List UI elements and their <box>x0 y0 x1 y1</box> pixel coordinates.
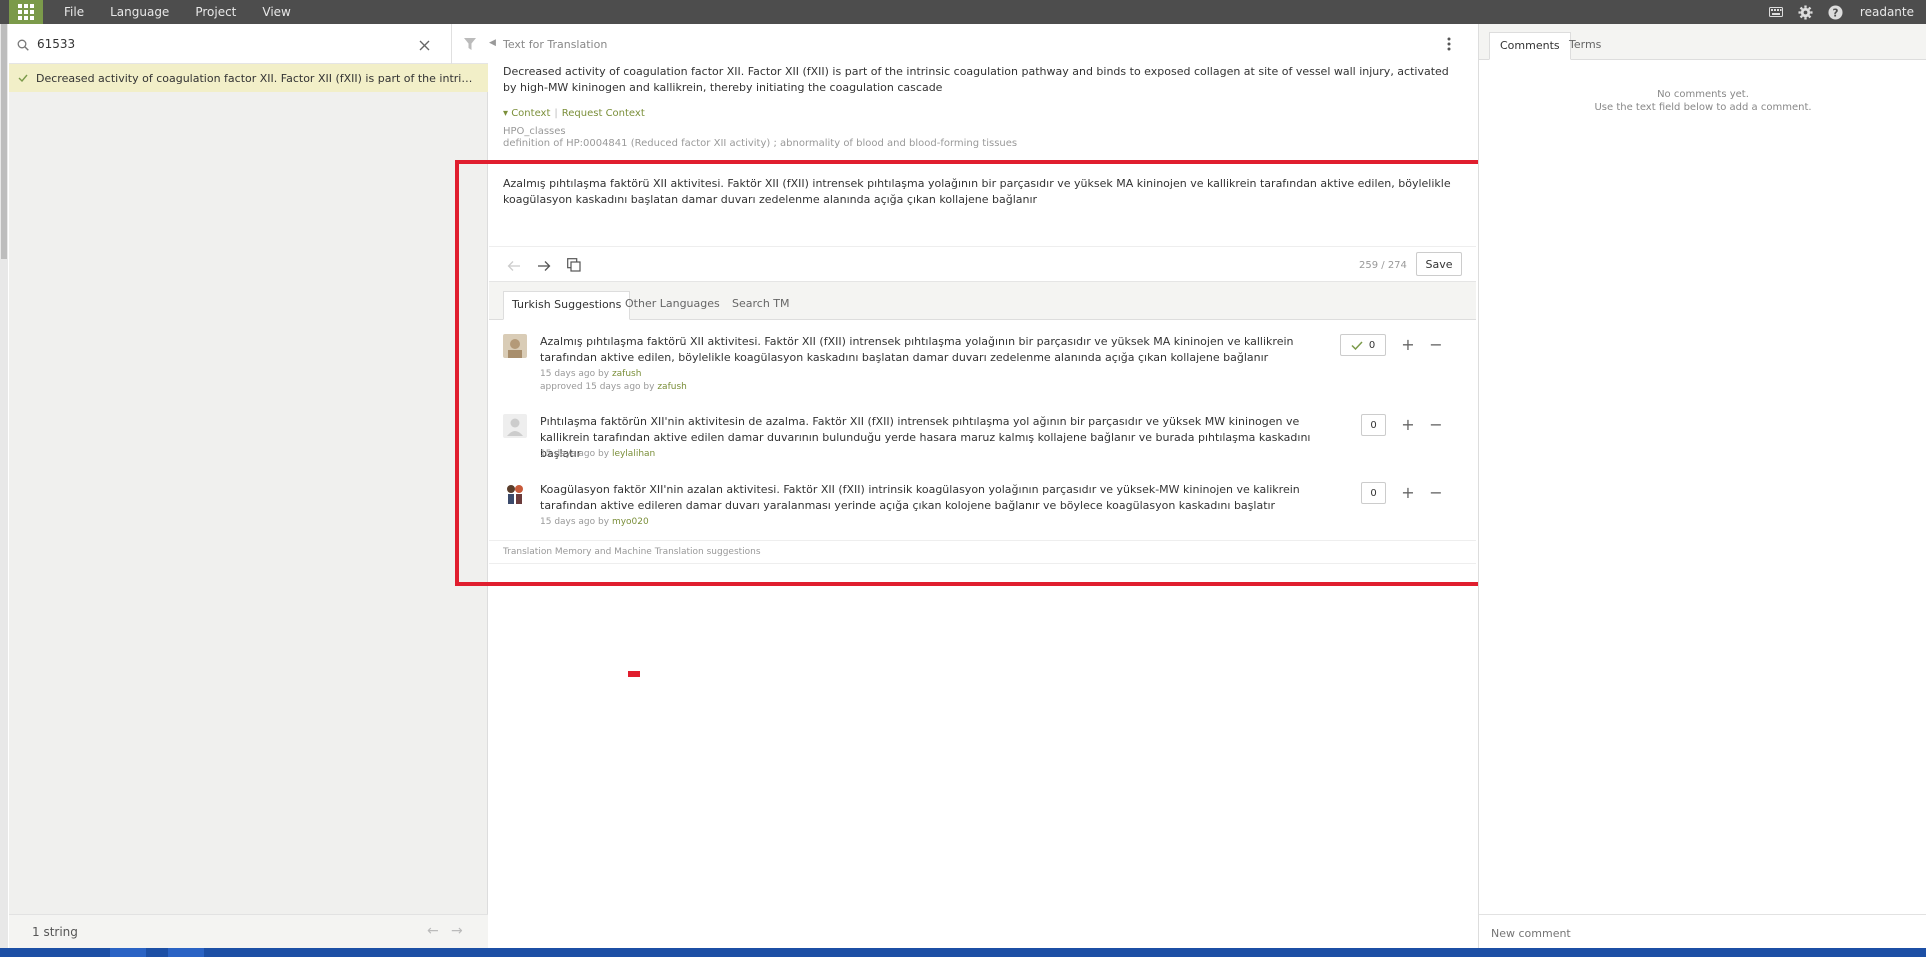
search-input[interactable] <box>35 33 415 55</box>
gear-icon[interactable] <box>1798 4 1814 20</box>
avatar <box>503 482 527 506</box>
new-comment-input[interactable] <box>1489 923 1909 943</box>
svg-text:?: ? <box>1833 7 1839 19</box>
tm-note: Translation Memory and Machine Translati… <box>489 540 1476 564</box>
check-icon <box>1351 340 1363 350</box>
comments-panel: Comments Terms No comments yet. Use the … <box>1478 24 1926 948</box>
grid-icon <box>18 4 34 20</box>
arrow-left-icon[interactable]: ← <box>427 923 439 939</box>
vote-count-box[interactable]: 0 <box>1361 482 1386 504</box>
filter-icon <box>464 38 476 50</box>
strings-footer: 1 string ← → <box>9 914 488 948</box>
filter-button[interactable] <box>451 24 488 64</box>
search-icon <box>17 36 29 55</box>
menu-project[interactable]: Project <box>195 5 236 19</box>
scrollbar-thumb[interactable] <box>1 24 7 259</box>
no-comments-message: No comments yet. Use the text field belo… <box>1594 89 1812 113</box>
editor-panel: ◀ Text for Translation Decreased activit… <box>489 24 1485 948</box>
char-count: 259 / 274 <box>1359 260 1407 271</box>
arrow-right-icon[interactable] <box>537 257 551 276</box>
approver-user[interactable]: zafush <box>657 382 687 392</box>
taskbar <box>0 948 1926 957</box>
arrow-right-icon[interactable]: → <box>451 923 463 939</box>
approve-button[interactable]: 0 <box>1340 334 1386 356</box>
context-toggle[interactable]: ▾ Context <box>503 108 550 119</box>
red-marker <box>628 671 640 677</box>
meta-definition: definition of HP:0004841 (Reduced factor… <box>503 138 1018 149</box>
suggestion-meta: 15 days ago by myo020 <box>540 517 649 527</box>
minus-icon[interactable]: − <box>1429 334 1443 356</box>
new-comment-bar <box>1479 914 1926 948</box>
taskbar-button[interactable] <box>168 948 204 957</box>
suggestion-text[interactable]: Pıhtılaşma faktörün XII'nin aktivitesin … <box>540 414 1340 462</box>
search-bar <box>9 24 488 64</box>
source-text: Decreased activity of coagulation factor… <box>503 65 1449 94</box>
minus-icon[interactable]: − <box>1429 482 1443 504</box>
help-icon[interactable]: ? <box>1828 4 1844 20</box>
suggestion-user[interactable]: zafush <box>612 369 642 379</box>
window-scrollbar[interactable] <box>0 24 8 948</box>
username[interactable]: readante <box>1860 5 1914 19</box>
close-icon[interactable] <box>419 36 430 55</box>
arrow-left-icon[interactable] <box>507 257 521 276</box>
vote-count-box[interactable]: 0 <box>1361 414 1386 436</box>
suggestion-tabs: Turkish Suggestions Other Languages Sear… <box>489 282 1476 320</box>
list-item-text: Decreased activity of coagulation factor… <box>36 71 476 85</box>
tab-terms[interactable]: Terms <box>1559 32 1611 60</box>
taskbar-button[interactable] <box>110 948 146 957</box>
keyboard-icon[interactable] <box>1768 4 1784 20</box>
meta-file: HPO_classes <box>503 126 566 137</box>
tab-search-tm[interactable]: Search TM <box>724 291 798 320</box>
avatar <box>503 334 527 358</box>
plus-icon[interactable]: + <box>1401 482 1415 504</box>
vote-count: 0 <box>1370 419 1377 431</box>
top-right-tools: ? readante <box>1768 0 1914 24</box>
main-menu: File Language Project View <box>64 0 317 24</box>
minus-icon[interactable]: − <box>1429 414 1443 436</box>
comments-tabs: Comments Terms <box>1479 24 1926 60</box>
collapse-left-icon[interactable]: ◀ <box>489 38 497 48</box>
menu-view[interactable]: View <box>262 5 290 19</box>
suggestion-item: Azalmış pıhtılaşma faktörü XII aktivites… <box>489 334 1476 414</box>
context-label: Context <box>511 108 551 119</box>
editor-toolbar: 259 / 274 Save <box>489 246 1476 282</box>
plus-icon[interactable]: + <box>1401 414 1415 436</box>
suggestion-item: Koagülasyon faktör XII'nin azalan aktivi… <box>489 482 1476 540</box>
menu-file[interactable]: File <box>64 5 84 19</box>
section-title: Text for Translation <box>503 38 608 51</box>
avatar <box>503 414 527 438</box>
request-context-link[interactable]: Request Context <box>562 108 645 119</box>
suggestion-approved: approved 15 days ago by zafush <box>540 382 687 392</box>
save-button[interactable]: Save <box>1416 252 1462 276</box>
translation-editor[interactable]: Azalmış pıhtılaşma faktörü XII aktivites… <box>503 176 1468 208</box>
apps-button[interactable] <box>9 0 43 24</box>
check-icon <box>18 72 28 85</box>
copy-icon[interactable] <box>567 257 581 276</box>
suggestion-text[interactable]: Koagülasyon faktör XII'nin azalan aktivi… <box>540 482 1340 514</box>
menu-language[interactable]: Language <box>110 5 169 19</box>
top-bar: File Language Project View ? readante <box>0 0 1926 24</box>
tab-turkish-suggestions[interactable]: Turkish Suggestions <box>503 291 631 320</box>
plus-icon[interactable]: + <box>1401 334 1415 356</box>
more-options-icon[interactable] <box>1447 36 1451 55</box>
suggestion-item: Pıhtılaşma faktörün XII'nin aktivitesin … <box>489 414 1476 482</box>
suggestion-user[interactable]: myo020 <box>612 517 649 527</box>
strings-panel: Decreased activity of coagulation factor… <box>9 24 488 948</box>
vote-count: 0 <box>1370 487 1377 499</box>
suggestion-meta: 15 days ago by zafush <box>540 369 642 379</box>
suggestion-text[interactable]: Azalmış pıhtılaşma faktörü XII aktivites… <box>540 334 1340 366</box>
tab-other-languages[interactable]: Other Languages <box>617 291 728 320</box>
string-count: 1 string <box>32 925 78 939</box>
suggestion-meta: 15 days ago by leylalihan <box>540 449 656 459</box>
context-links: ▾ Context | Request Context <box>503 108 645 119</box>
list-item[interactable]: Decreased activity of coagulation factor… <box>9 64 488 92</box>
vote-count: 0 <box>1368 339 1376 351</box>
suggestion-user[interactable]: leylalihan <box>612 449 655 459</box>
